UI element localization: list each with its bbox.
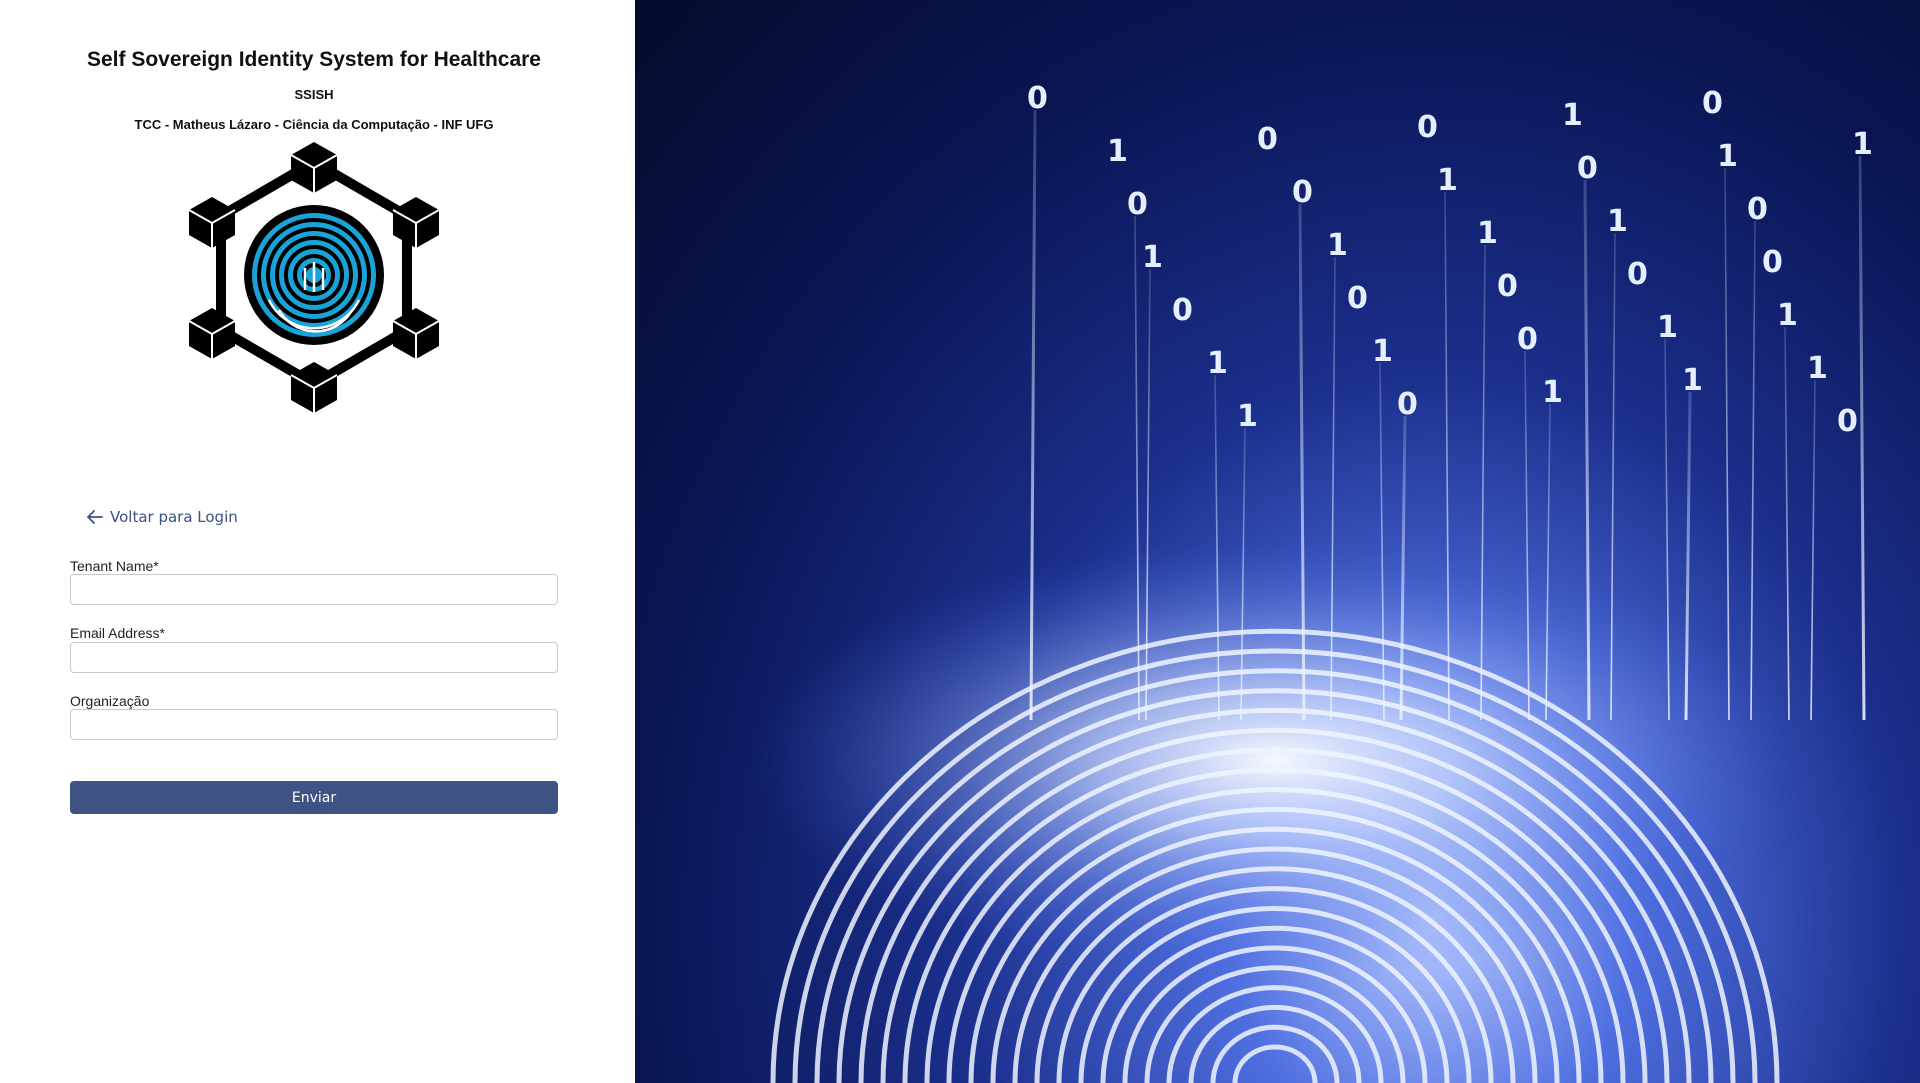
binary-strand	[1810, 379, 1816, 721]
digital-fingerprint-binary-image: 010101100101001100110101101001101	[635, 0, 1920, 1083]
fingerprint-ridge	[1210, 1024, 1340, 1083]
binary-digit: 1	[1717, 139, 1738, 174]
binary-digit: 0	[1747, 192, 1768, 227]
binary-digit: 0	[1027, 81, 1048, 116]
organization-input[interactable]	[70, 709, 558, 740]
back-link-label: Voltar para Login	[110, 508, 238, 526]
binary-digit: 0	[1257, 122, 1278, 157]
email-label: Email Address*	[70, 625, 165, 641]
binary-digit: 1	[1477, 216, 1498, 251]
binary-digit: 1	[1372, 334, 1393, 369]
binary-digit: 0	[1397, 387, 1418, 422]
blockchain-fingerprint-icon	[183, 140, 445, 414]
binary-digit: 1	[1437, 163, 1458, 198]
binary-digit: 0	[1127, 187, 1148, 222]
binary-digit: 1	[1852, 127, 1873, 162]
binary-strand	[1858, 155, 1866, 721]
binary-digit: 0	[1627, 257, 1648, 292]
binary-digit: 1	[1657, 310, 1678, 345]
binary-digit: 0	[1837, 404, 1858, 439]
binary-digit: 1	[1682, 363, 1703, 398]
binary-strand	[1750, 220, 1756, 721]
binary-strand	[1784, 326, 1790, 721]
binary-digit: 0	[1702, 86, 1723, 121]
binary-digit: 1	[1607, 204, 1628, 239]
binary-digit: 1	[1562, 98, 1583, 133]
fingerprint-ridge	[1166, 985, 1384, 1083]
tenant-name-input[interactable]	[70, 574, 558, 605]
binary-digit: 0	[1762, 245, 1783, 280]
binary-digit: 1	[1327, 228, 1348, 263]
binary-digit: 0	[1172, 293, 1193, 328]
binary-digit: 0	[1497, 269, 1518, 304]
binary-digit: 1	[1142, 240, 1163, 275]
binary-digit: 0	[1417, 110, 1438, 145]
email-input[interactable]	[70, 642, 558, 673]
binary-digit: 1	[1207, 346, 1228, 381]
binary-digit: 1	[1807, 351, 1828, 386]
back-to-login-link[interactable]: Voltar para Login	[87, 506, 238, 528]
binary-digit: 1	[1237, 399, 1258, 434]
binary-digit: 0	[1577, 151, 1598, 186]
organization-label: Organização	[70, 693, 150, 709]
tenant-name-label: Tenant Name*	[70, 558, 159, 574]
login-panel: Self Sovereign Identity System for Healt…	[0, 0, 635, 1080]
fingerprint-ridge	[1232, 1044, 1318, 1083]
binary-digit: 0	[1347, 281, 1368, 316]
binary-digit: 1	[1777, 298, 1798, 333]
submit-button[interactable]: Enviar	[70, 781, 558, 814]
page-title: Self Sovereign Identity System for Healt…	[87, 48, 541, 71]
arrow-left-icon	[87, 510, 103, 524]
binary-digit: 1	[1107, 134, 1128, 169]
app-acronym: SSISH	[294, 87, 334, 102]
binary-digit: 1	[1542, 375, 1563, 410]
binary-digit: 0	[1292, 175, 1313, 210]
binary-digit: 0	[1517, 322, 1538, 357]
credits-text: TCC - Matheus Lázaro - Ciência da Comput…	[134, 117, 494, 132]
binary-strand	[1724, 167, 1730, 721]
